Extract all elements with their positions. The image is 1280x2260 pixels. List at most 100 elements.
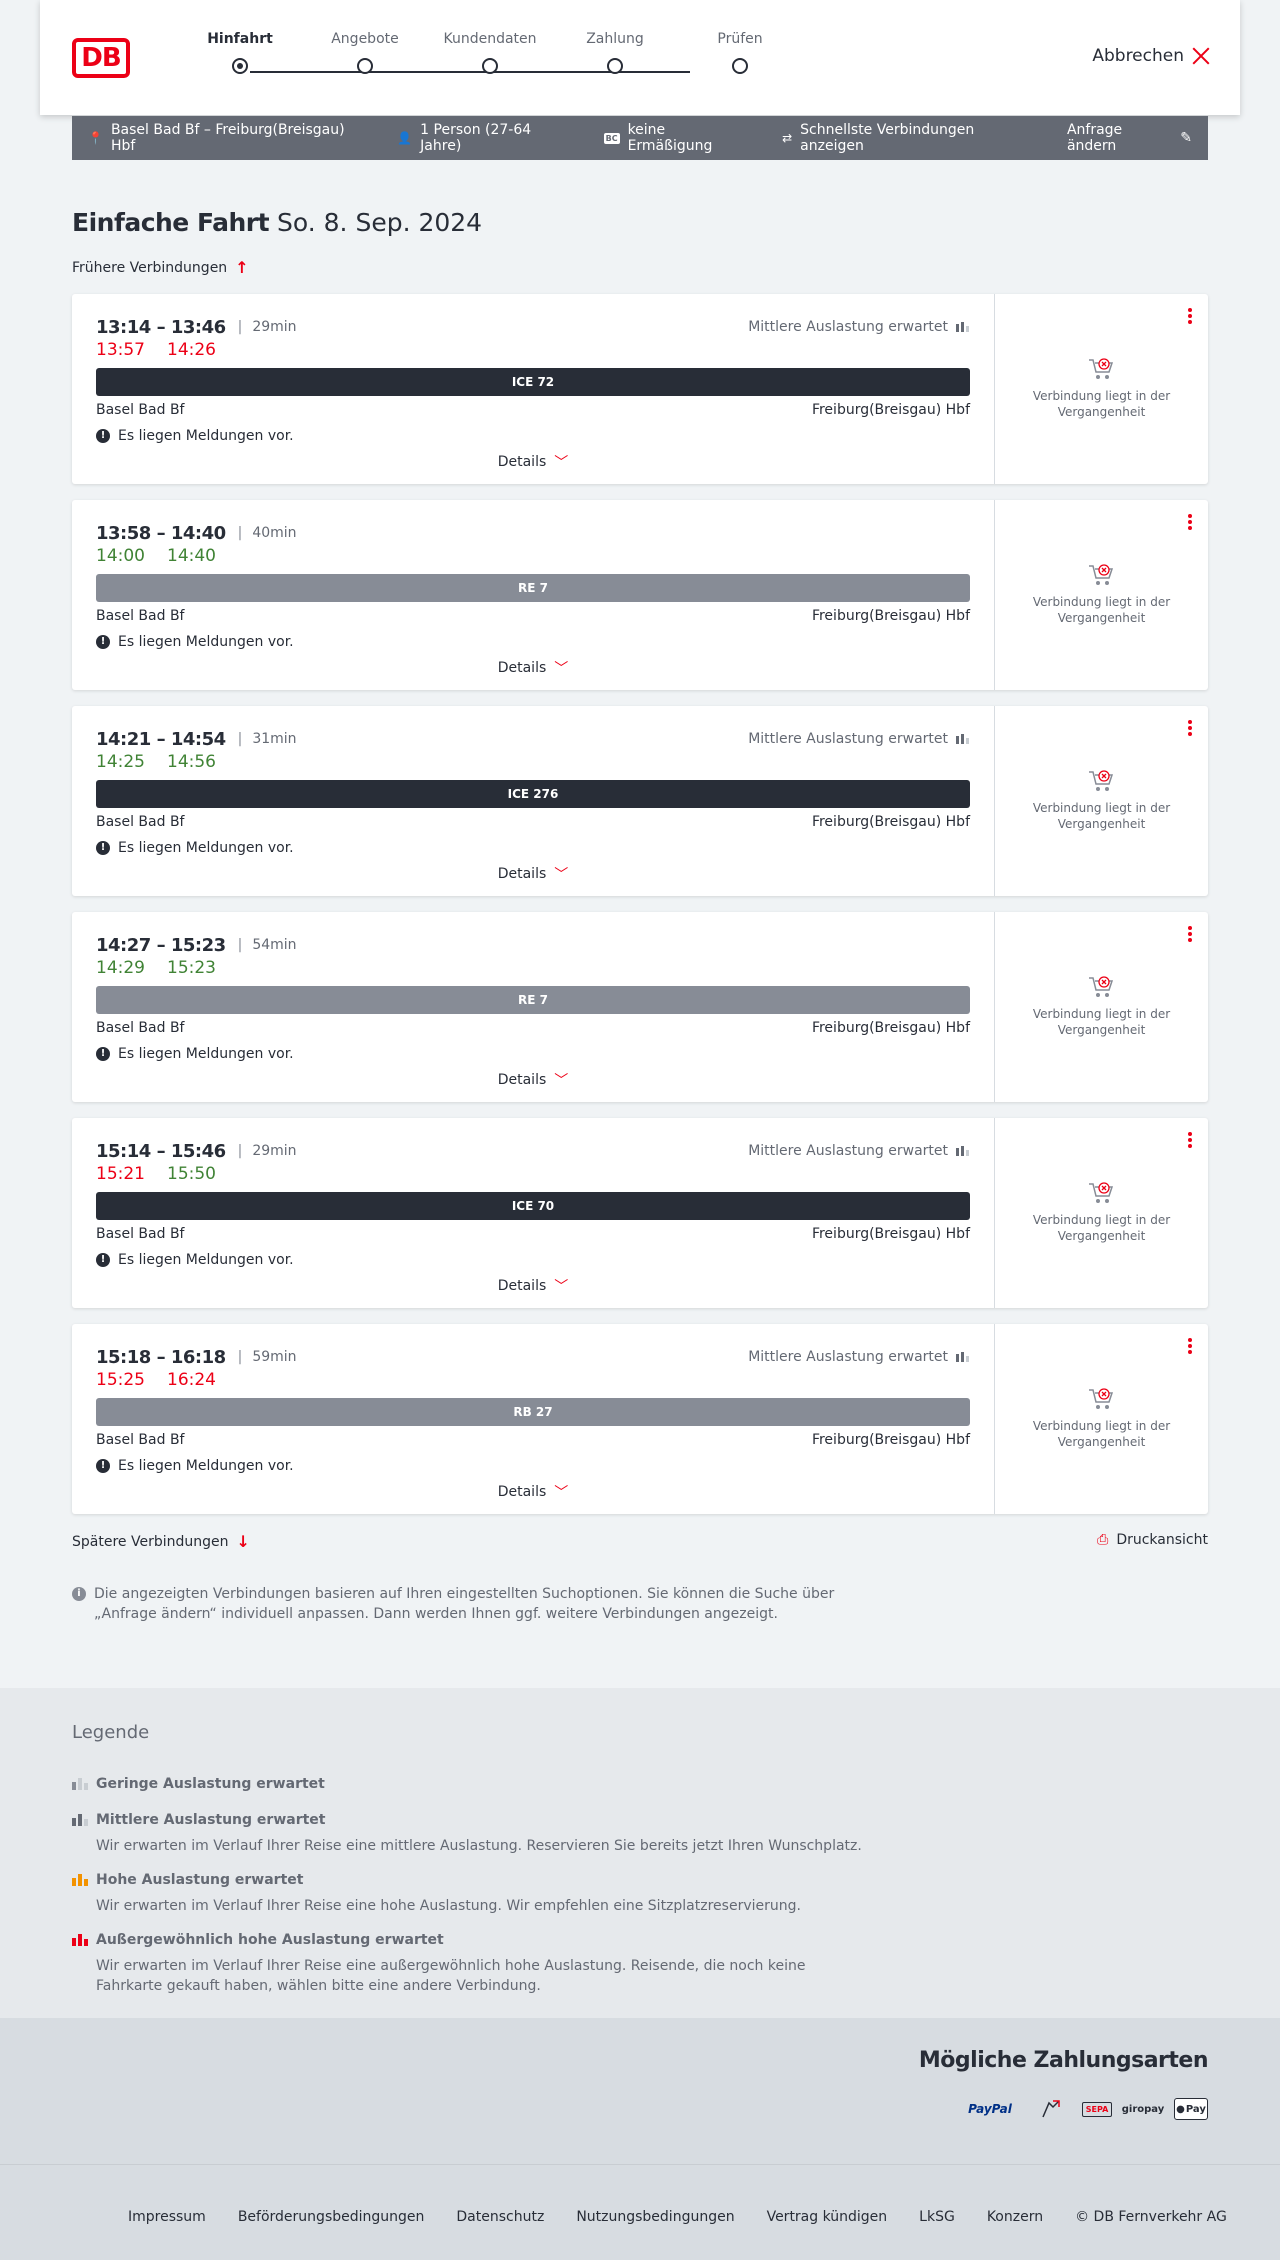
alert-icon: ! [96, 1459, 110, 1473]
step-hinfahrt: Hinfahrt [170, 30, 310, 74]
print-label: Druckansicht [1116, 1532, 1208, 1548]
chevron-down-icon: ﹀ [554, 1485, 569, 1501]
footer-link[interactable]: Impressum [128, 2209, 206, 2225]
trip-type: Einfache Fahrt [72, 208, 270, 237]
occupancy-text: Mittlere Auslastung erwartet [748, 319, 948, 335]
booking-status: Verbindung liegt in der Vergangenheit [1032, 1419, 1171, 1449]
details-toggle[interactable]: Details ﹀ [96, 1276, 970, 1296]
card-payment-icon [1036, 2096, 1066, 2122]
paypal-logo: PayPal [968, 2102, 1012, 2116]
occupancy-text: Mittlere Auslastung erwartet [748, 1143, 948, 1159]
details-toggle[interactable]: Details ﹀ [96, 864, 970, 884]
more-options-icon[interactable] [1188, 926, 1192, 944]
footer-link[interactable]: Datenschutz [456, 2209, 544, 2225]
stations: Basel Bad Bf Freiburg(Breisgau) Hbf [96, 1226, 970, 1246]
time-row: 13:58 – 14:40 | 40min [96, 522, 970, 544]
footer-link[interactable]: Vertrag kündigen [767, 2209, 888, 2225]
train-bar: ICE 72 [96, 368, 970, 396]
legend-item-very-high: Außergewöhnlich hohe Auslastung erwartet… [72, 1932, 872, 1996]
edit-request-button[interactable]: Anfrage ändern ✎ [1067, 122, 1192, 154]
separator: | [237, 937, 243, 953]
cart-disabled-icon [1087, 974, 1117, 1000]
realtime-times: 13:57 14:26 [96, 340, 970, 364]
passenger-text: 1 Person (27-64 Jahre) [420, 122, 532, 154]
person-icon: 👤 [397, 131, 413, 145]
booking-status: Verbindung liegt in der Vergangenheit [1032, 595, 1171, 625]
booking-status: Verbindung liegt in der Vergangenheit [1032, 801, 1171, 831]
booking-status: Verbindung liegt in der Vergangenheit [1032, 389, 1171, 419]
realtime-departure: 13:57 [96, 340, 145, 360]
stations: Basel Bad Bf Freiburg(Breisgau) Hbf [96, 814, 970, 834]
pencil-icon: ✎ [1180, 130, 1192, 146]
cancel-button[interactable]: Abbrechen [1092, 46, 1210, 66]
booking-panel: Verbindung liegt in der Vergangenheit [994, 706, 1208, 896]
duration: 29min [252, 1143, 297, 1159]
more-options-icon[interactable] [1188, 720, 1192, 738]
arrival-station: Freiburg(Breisgau) Hbf [811, 814, 970, 830]
occupancy-text: Mittlere Auslastung erwartet [748, 731, 948, 747]
connection-main: 13:14 – 13:46 | 29min Mittlere Auslastun… [72, 294, 994, 484]
connection-card[interactable]: 13:14 – 13:46 | 29min Mittlere Auslastun… [72, 294, 1208, 484]
earlier-connections-button[interactable]: Frühere Verbindungen ↑ [72, 258, 249, 277]
footer-link[interactable]: Beförderungsbedingungen [238, 2209, 425, 2225]
occupancy-icon [956, 322, 970, 332]
fastest-text: Schnellste Verbindungen anzeigen [800, 122, 975, 154]
note-text: Die angezeigten Verbindungen basieren au… [94, 1586, 835, 1622]
message-text: Es liegen Meldungen vor. [118, 634, 294, 650]
later-connections-button[interactable]: Spätere Verbindungen ↓ [72, 1532, 250, 1551]
step-angebote: Angebote [295, 30, 435, 74]
db-logo[interactable]: DB [72, 38, 130, 78]
step-zahlung: Zahlung [545, 30, 685, 74]
connection-card[interactable]: 14:21 – 14:54 | 31min Mittlere Auslastun… [72, 706, 1208, 896]
payment-title: Mögliche Zahlungsarten [918, 2048, 1209, 2073]
connection-card[interactable]: 15:14 – 15:46 | 29min Mittlere Auslastun… [72, 1118, 1208, 1308]
arrow-up-icon: ↑ [235, 258, 249, 277]
alert-icon: ! [96, 635, 110, 649]
planned-times: 14:21 – 14:54 [96, 728, 226, 750]
connection-card[interactable]: 15:18 – 16:18 | 59min Mittlere Auslastun… [72, 1324, 1208, 1514]
step-dot-icon [482, 58, 498, 74]
edit-request-label: Anfrage ändern [1066, 122, 1123, 154]
realtime-times: 14:00 14:40 [96, 546, 970, 570]
footer-link[interactable]: Nutzungsbedingungen [576, 2209, 734, 2225]
occupancy-icon [956, 1352, 970, 1362]
details-toggle[interactable]: Details ﹀ [96, 658, 970, 678]
realtime-times: 15:25 16:24 [96, 1370, 970, 1394]
more-options-icon[interactable] [1188, 1132, 1192, 1150]
details-toggle[interactable]: Details ﹀ [96, 452, 970, 472]
footer-link[interactable]: LkSG [919, 2209, 955, 2225]
payment-section: Mögliche Zahlungsarten PayPal SEPA girop… [0, 2018, 1280, 2164]
connection-main: 15:18 – 16:18 | 59min Mittlere Auslastun… [72, 1324, 994, 1514]
connection-card[interactable]: 14:27 – 15:23 | 54min 14:29 15:23 RE 7 B… [72, 912, 1208, 1102]
search-info-note: i Die angezeigten Verbindungen basieren a… [72, 1584, 852, 1624]
arrival-station: Freiburg(Breisgau) Hbf [811, 1432, 970, 1448]
booking-stepper: Hinfahrt Angebote Kundendaten Zahlung Pr… [170, 30, 770, 90]
cart-disabled-icon [1087, 768, 1117, 794]
realtime-departure: 14:00 [96, 546, 145, 566]
info-icon: i [72, 1587, 86, 1601]
more-options-icon[interactable] [1188, 514, 1192, 532]
realtime-times: 14:29 15:23 [96, 958, 970, 982]
departure-station: Basel Bad Bf [96, 1020, 185, 1036]
occupancy-indicator: Mittlere Auslastung erwartet [748, 319, 970, 335]
time-row: 15:14 – 15:46 | 29min Mittlere Auslastun… [96, 1140, 970, 1162]
step-label: Zahlung [586, 31, 644, 47]
more-options-icon[interactable] [1188, 308, 1192, 326]
occupancy-indicator: Mittlere Auslastung erwartet [748, 731, 970, 747]
connection-card[interactable]: 13:58 – 14:40 | 40min 14:00 14:40 RE 7 B… [72, 500, 1208, 690]
realtime-departure: 14:25 [96, 752, 145, 772]
realtime-arrival: 14:26 [167, 340, 216, 360]
print-view-button[interactable]: ⎙ Druckansicht [1097, 1532, 1208, 1548]
legend-item-low: Geringe Auslastung erwartet [72, 1776, 872, 1792]
stations: Basel Bad Bf Freiburg(Breisgau) Hbf [96, 608, 970, 628]
booking-status: Verbindung liegt in der Vergangenheit [1032, 1213, 1171, 1243]
footer-link[interactable]: Konzern [987, 2209, 1043, 2225]
realtime-departure: 15:25 [96, 1370, 145, 1390]
details-toggle[interactable]: Details ﹀ [96, 1070, 970, 1090]
more-options-icon[interactable] [1188, 1338, 1192, 1356]
step-label: Prüfen [717, 31, 763, 47]
details-toggle[interactable]: Details ﹀ [96, 1482, 970, 1502]
travel-date: So. 8. Sep. 2024 [277, 208, 483, 237]
step-pruefen: Prüfen [670, 30, 810, 74]
realtime-arrival: 16:24 [167, 1370, 216, 1390]
